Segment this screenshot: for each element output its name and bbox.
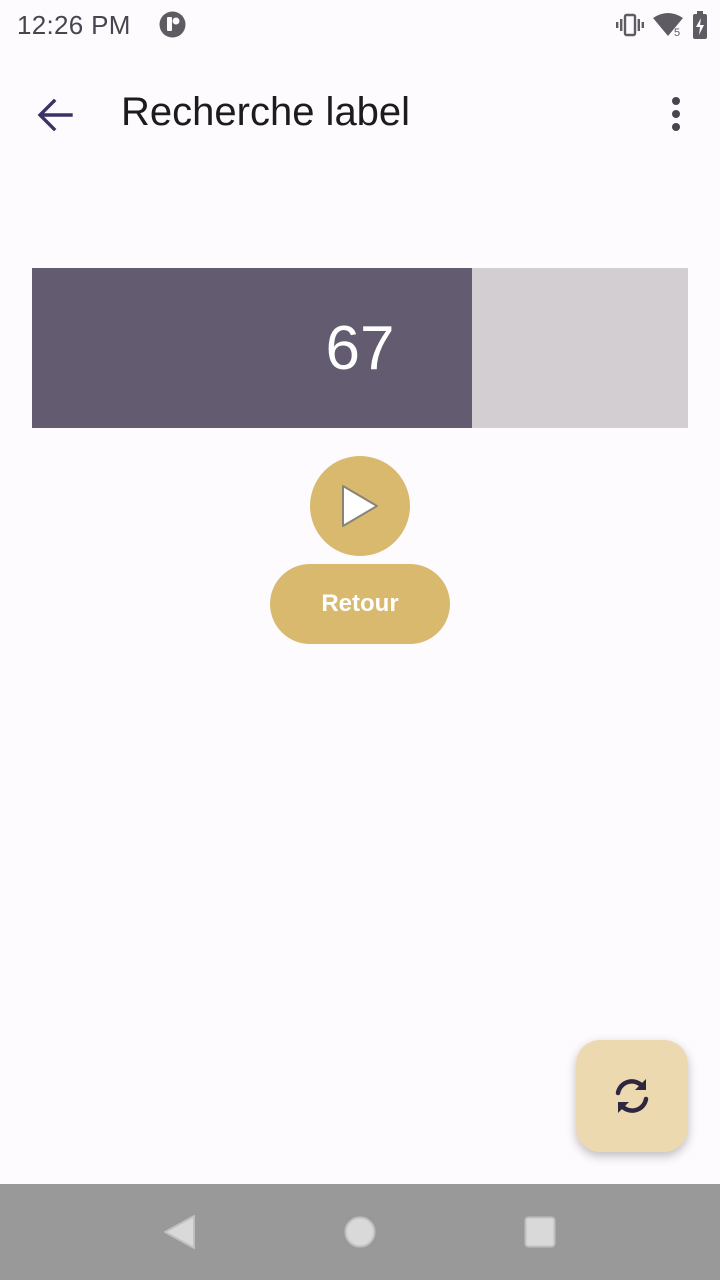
- overflow-menu-button[interactable]: [652, 90, 700, 138]
- page-title: Recherche label: [121, 90, 411, 134]
- wifi-badge: 5: [674, 27, 680, 38]
- progress-value: 67: [32, 268, 688, 428]
- app-bar: Recherche label: [0, 64, 720, 164]
- nav-back-icon[interactable]: [162, 1214, 196, 1250]
- nav-home-icon[interactable]: [344, 1216, 376, 1248]
- progress-value-label: 67: [325, 313, 395, 383]
- refresh-icon: [615, 1079, 649, 1113]
- back-button[interactable]: [26, 86, 84, 144]
- status-time: 12:26 PM: [17, 10, 131, 40]
- retour-button[interactable]: Retour: [270, 564, 450, 644]
- status-icons: 5: [616, 10, 708, 40]
- battery-charging-icon: [693, 11, 707, 39]
- play-icon: [342, 485, 378, 527]
- play-button[interactable]: [310, 456, 410, 556]
- back-arrow-icon: [37, 99, 73, 131]
- nav-recents-icon[interactable]: [524, 1216, 556, 1248]
- status-bar: 12:26 PM 5: [0, 0, 720, 48]
- wifi-icon: 5: [653, 13, 683, 38]
- app-notification-icon: [159, 11, 186, 38]
- system-nav-bar: [0, 1184, 720, 1280]
- vibrate-icon: [616, 13, 644, 37]
- more-vert-icon: [672, 97, 680, 131]
- progress-bar: 67: [32, 268, 688, 428]
- refresh-fab[interactable]: [576, 1040, 688, 1152]
